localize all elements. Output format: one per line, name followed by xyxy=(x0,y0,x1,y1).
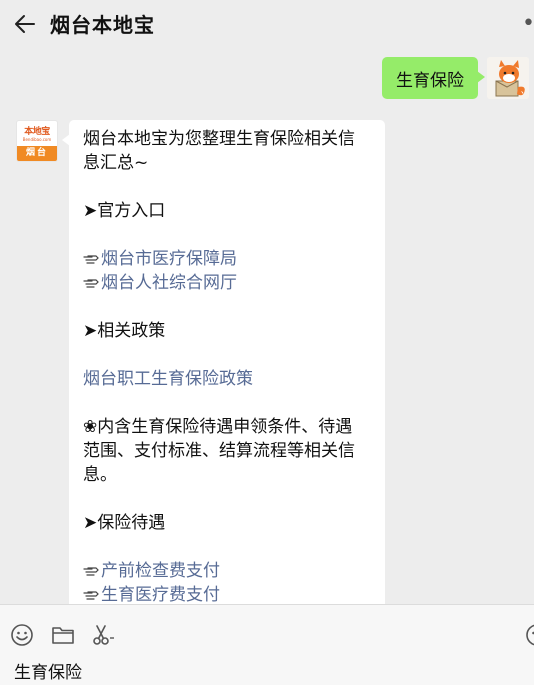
sticker-button[interactable] xyxy=(524,622,534,648)
chat-area[interactable]: 生育保险 本地宝 Bendibao.com 烟台 烟台本地宝为您整理生育保险相关… xyxy=(0,47,534,604)
link-maternity-medical-payment[interactable]: 生育医疗费支付 xyxy=(101,585,220,604)
section-official-entry: ➤官方入口 xyxy=(83,201,166,221)
back-button[interactable] xyxy=(0,0,50,47)
pointing-hand-icon xyxy=(83,591,99,600)
back-arrow-icon xyxy=(15,14,35,33)
bot-message-bubble: 烟台本地宝为您整理生育保险相关信 息汇总~ ➤官方入口 烟台市医疗保障局 烟台人… xyxy=(62,120,385,604)
emoji-button[interactable] xyxy=(9,622,35,648)
folder-icon xyxy=(52,627,74,644)
scissors-icon xyxy=(93,625,114,645)
bot-logo-text: 本地宝 xyxy=(24,127,50,137)
bot-logo-url: Bendibao.com xyxy=(22,137,52,142)
bot-avatar[interactable]: 本地宝 Bendibao.com 烟台 xyxy=(16,120,58,162)
file-button[interactable] xyxy=(50,622,76,648)
section-insurance-benefits: ➤保险待遇 xyxy=(83,513,166,533)
bot-logo-city: 烟台 xyxy=(17,146,57,161)
chat-title: 烟台本地宝 xyxy=(50,13,155,37)
emoji-icon xyxy=(11,624,33,646)
link-maternity-policy[interactable]: 烟台职工生育保险政策 xyxy=(83,367,373,391)
link-medical-security-bureau[interactable]: 烟台市医疗保障局 xyxy=(101,249,237,269)
link-prenatal-exam-payment[interactable]: 产前检查费支付 xyxy=(101,561,220,581)
intro-line-1: 烟台本地宝为您整理生育保险相关信 xyxy=(83,129,355,149)
smiley-icon xyxy=(526,624,534,646)
section-related-policy: ➤相关政策 xyxy=(83,321,166,341)
message-input[interactable]: 生育保险 xyxy=(14,658,82,683)
intro-line-2: 息汇总~ xyxy=(83,153,149,173)
more-icon[interactable]: ••• xyxy=(522,14,534,34)
fox-avatar-image xyxy=(487,57,529,99)
note-line-3: 息。 xyxy=(83,465,117,485)
link-row: 产前检查费支付 xyxy=(83,559,373,583)
link-row: 生育医疗费支付 xyxy=(83,583,373,604)
link-row: 烟台市医疗保障局 xyxy=(83,247,373,271)
input-toolbar: 生育保险 xyxy=(0,604,534,685)
screenshot-button[interactable] xyxy=(90,622,116,648)
pointing-hand-icon xyxy=(83,255,99,264)
my-message-text: 生育保险 xyxy=(396,70,464,91)
my-message-bubble[interactable]: 生育保险 xyxy=(382,57,485,99)
my-avatar[interactable] xyxy=(487,57,529,99)
chat-header: 烟台本地宝 ••• xyxy=(0,0,534,47)
link-row: 烟台人社综合网厅 xyxy=(83,271,373,295)
note-line-2: 范围、支付标准、结算流程等相关信 xyxy=(83,441,355,461)
pointing-hand-icon xyxy=(83,279,99,288)
link-hr-social-portal[interactable]: 烟台人社综合网厅 xyxy=(101,273,237,293)
note-line-1: ❀内含生育保险待遇申领条件、待遇 xyxy=(83,417,353,437)
pointing-hand-icon xyxy=(83,567,99,576)
